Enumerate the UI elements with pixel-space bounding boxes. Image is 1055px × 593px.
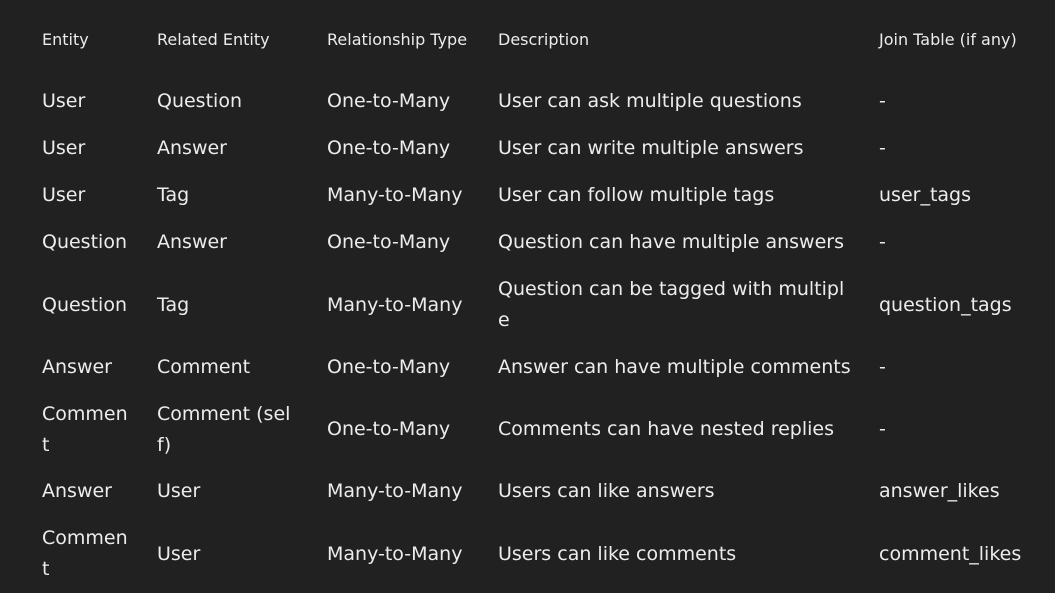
cell-related-entity: Answer [157, 137, 227, 159]
cell-relationship-type: One-to-Many [327, 90, 451, 112]
cell-join-table: - [879, 90, 886, 112]
cell-join-table: - [879, 418, 886, 440]
cell-relationship-type: One-to-Many [327, 137, 451, 159]
cell-related-entity: Tag [157, 293, 190, 316]
cell-entity: Comment [42, 402, 128, 456]
cell-entity: User [42, 184, 86, 206]
table-row: Comment User Many-to-Many Users can like… [30, 515, 1040, 593]
header-row: Entity Related Entity Relationship Type … [30, 0, 1040, 78]
cell-entity: Answer [42, 356, 112, 378]
cell-related-entity: User [157, 542, 201, 565]
cell-entity: Question [42, 293, 127, 316]
cell-join-table: question_tags [879, 293, 1012, 316]
table-row: Comment Comment (self) One-to-Many Comme… [30, 391, 1040, 468]
table-row: User Answer One-to-Many User can write m… [30, 125, 1040, 172]
cell-entity: Comment [42, 527, 128, 580]
cell-entity: User [42, 90, 86, 112]
cell-related-entity: Answer [157, 231, 227, 253]
cell-relationship-type: Many-to-Many [327, 480, 463, 502]
cell-related-entity: Comment (self) [157, 402, 291, 456]
cell-entity: Answer [42, 480, 112, 502]
table-header: Entity Related Entity Relationship Type … [30, 0, 1040, 78]
cell-entity: Question [42, 231, 127, 253]
table-row: User Tag Many-to-Many User can follow mu… [30, 172, 1040, 219]
table-row: Answer Comment One-to-Many Answer can ha… [30, 344, 1040, 391]
cell-related-entity: Question [157, 90, 242, 112]
cell-description: Question can have multiple answers [498, 231, 844, 253]
header-entity: Entity [42, 29, 89, 49]
cell-relationship-type: Many-to-Many [327, 293, 463, 316]
cell-relationship-type: Many-to-Many [327, 184, 463, 206]
table-body: User Question One-to-Many User can ask m… [30, 78, 1040, 593]
table-row: Answer User Many-to-Many Users can like … [30, 468, 1040, 515]
cell-join-table: comment_likes [879, 542, 1022, 565]
table-row: User Question One-to-Many User can ask m… [30, 78, 1040, 125]
cell-description: Users can like comments [498, 542, 737, 565]
header-relationship-type: Relationship Type [327, 29, 468, 49]
cell-related-entity: Tag [157, 184, 190, 206]
cell-description: User can follow multiple tags [498, 184, 775, 206]
cell-description: Question can be tagged with multiple [498, 278, 845, 331]
cell-description: User can ask multiple questions [498, 90, 802, 112]
cell-description: Comments can have nested replies [498, 418, 835, 440]
cell-join-table: answer_likes [879, 480, 1000, 502]
cell-relationship-type: One-to-Many [327, 231, 451, 253]
cell-join-table: user_tags [879, 184, 971, 206]
header-related-entity: Related Entity [157, 29, 270, 49]
cell-join-table: - [879, 137, 886, 159]
header-join-table: Join Table (if any) [879, 29, 1017, 49]
cell-description: Answer can have multiple comments [498, 356, 851, 378]
content-area: Entity Related Entity Relationship Type … [0, 0, 1055, 592]
cell-related-entity: Comment [157, 356, 251, 378]
cell-description: Users can like answers [498, 480, 715, 502]
table-row: Question Tag Many-to-Many Question can b… [30, 266, 1040, 344]
cell-related-entity: User [157, 480, 201, 502]
cell-relationship-type: One-to-Many [327, 356, 451, 378]
table-row: Question Answer One-to-Many Question can… [30, 219, 1040, 266]
relationship-table: Entity Related Entity Relationship Type … [30, 0, 1040, 593]
cell-join-table: - [879, 356, 886, 378]
cell-description: User can write multiple answers [498, 137, 804, 159]
cell-join-table: - [879, 231, 886, 253]
cell-relationship-type: Many-to-Many [327, 542, 463, 565]
header-description: Description [498, 29, 590, 49]
cell-relationship-type: One-to-Many [327, 418, 451, 440]
cell-entity: User [42, 137, 86, 159]
